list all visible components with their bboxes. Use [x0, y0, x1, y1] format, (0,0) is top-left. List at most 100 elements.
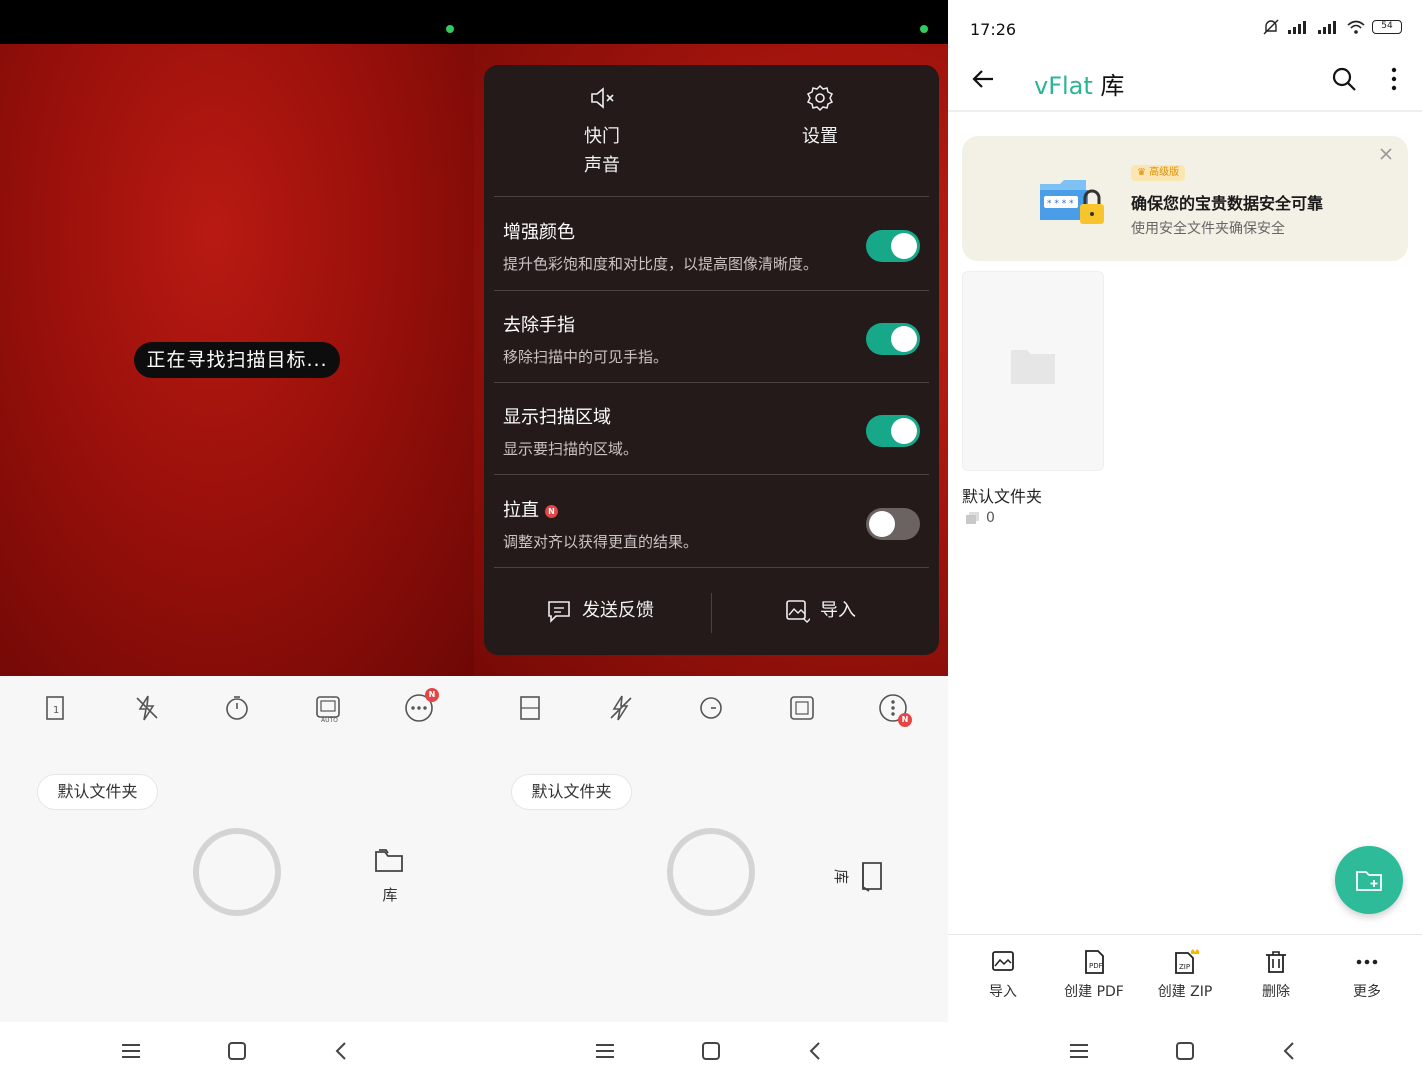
library-button[interactable]: 库	[832, 846, 894, 906]
option-straighten[interactable]: 拉直 N 调整对齐以获得更直的结果。	[484, 476, 939, 568]
more-horiz-icon	[1356, 959, 1378, 965]
camera-options-menu: 快门 声音 设置 增强颜色 提升色彩饱和度和对比度，以提高图像清晰度。 去除手指…	[484, 65, 939, 655]
app-bar: vFlat 库	[948, 56, 1422, 112]
timer-icon[interactable]	[695, 692, 727, 724]
camera-preview[interactable]: 正在寻找扫描目标...	[0, 44, 474, 676]
close-icon[interactable]	[1378, 146, 1394, 162]
shutter-button[interactable]	[193, 828, 281, 916]
camera-toolbar: N 默认文件夹 库	[474, 676, 948, 1022]
folder-selector[interactable]: 默认文件夹	[511, 774, 632, 810]
show-scan-area-toggle[interactable]	[866, 415, 920, 447]
send-feedback-label: 发送反馈	[582, 600, 654, 621]
secure-folder-icon: * * * *	[1040, 180, 1104, 224]
create-pdf-action[interactable]: PDF 创建 PDF	[1049, 949, 1139, 1001]
status-bar: 17:26 54	[948, 0, 1422, 56]
back-icon[interactable]	[1279, 1040, 1301, 1062]
auto-capture-icon[interactable]	[786, 692, 818, 724]
delete-action[interactable]: 删除	[1231, 949, 1321, 1001]
system-nav-bar	[0, 1022, 474, 1080]
option-remove-fingers[interactable]: 去除手指 移除扫描中的可见手指。	[484, 291, 939, 383]
shutter-button[interactable]	[667, 828, 755, 916]
folder-count: 0	[966, 510, 995, 526]
home-icon[interactable]	[226, 1040, 248, 1062]
new-badge: N	[898, 713, 912, 727]
option-desc: 移除扫描中的可见手指。	[503, 348, 669, 366]
option-title: 增强颜色	[503, 222, 575, 243]
trash-icon	[1266, 951, 1286, 973]
new-badge: N	[425, 688, 439, 702]
back-icon[interactable]	[331, 1040, 353, 1062]
add-folder-icon	[1356, 871, 1382, 891]
more-vert-icon[interactable]	[1384, 65, 1404, 93]
settings-button[interactable]: 设置	[760, 83, 880, 151]
svg-text:AUTO: AUTO	[321, 717, 338, 724]
folder-icon	[375, 849, 403, 872]
camera-toolbar: 1 AUTO N 默认文件夹 库	[0, 676, 474, 1022]
premium-badge: ♛ 高级版	[1131, 165, 1186, 181]
system-nav-bar	[474, 1022, 948, 1080]
svg-text:PDF: PDF	[1089, 962, 1103, 970]
home-icon[interactable]	[1174, 1040, 1196, 1062]
feedback-icon	[548, 601, 570, 623]
camera-screen-menu: 快门 声音 设置 增强颜色 提升色彩饱和度和对比度，以提高图像清晰度。 去除手指…	[474, 0, 948, 1080]
back-arrow-icon[interactable]	[970, 66, 996, 92]
enhance-color-toggle[interactable]	[866, 230, 920, 262]
menu-icon[interactable]	[120, 1040, 142, 1062]
import-action[interactable]: 导入	[958, 949, 1048, 1001]
menu-icon[interactable]	[594, 1040, 616, 1062]
camera-screen-left: 正在寻找扫描目标... 1 AUTO N 默认文件夹 库	[0, 0, 474, 1080]
folder-card[interactable]	[962, 271, 1104, 471]
library-button[interactable]: 库	[370, 846, 410, 906]
clock: 17:26	[970, 20, 1017, 39]
page-title: vFlat 库	[1034, 72, 1125, 100]
page-double-icon[interactable]	[514, 692, 546, 724]
signal-2-icon	[1318, 21, 1336, 34]
create-zip-action[interactable]: ZIP 创建 ZIP	[1140, 949, 1230, 1001]
banner-subtitle: 使用安全文件夹确保安全	[1131, 221, 1285, 237]
status-bar	[474, 0, 948, 44]
shutter-sound-toggle[interactable]: 快门 声音	[542, 83, 662, 180]
wifi-icon	[1347, 20, 1365, 34]
mute-icon	[591, 87, 614, 109]
gear-icon	[806, 84, 834, 112]
straighten-toggle[interactable]	[866, 508, 920, 540]
scan-status-pill: 正在寻找扫描目标...	[134, 342, 340, 378]
flash-off-icon[interactable]	[131, 692, 163, 724]
folder-icon	[1011, 350, 1055, 384]
new-badge: N	[545, 504, 558, 518]
battery-icon: 54	[1372, 20, 1402, 34]
more-options-icon[interactable]: N	[877, 692, 912, 727]
back-icon[interactable]	[805, 1040, 827, 1062]
signal-icon	[1288, 21, 1306, 34]
secure-folder-banner[interactable]: * * * * ♛ 高级版 确保您的宝贵数据安全可靠 使用安全文件夹确保安全	[962, 136, 1408, 261]
search-icon[interactable]	[1330, 65, 1358, 93]
option-desc: 提升色彩饱和度和对比度，以提高图像清晰度。	[503, 255, 819, 273]
new-folder-button[interactable]	[1335, 846, 1403, 914]
flash-off-icon[interactable]	[605, 692, 637, 724]
home-icon[interactable]	[700, 1040, 722, 1062]
more-options-icon[interactable]: N	[403, 688, 439, 724]
auto-capture-icon[interactable]: AUTO	[312, 692, 344, 724]
send-feedback-button[interactable]: 发送反馈	[546, 591, 654, 631]
menu-icon[interactable]	[1068, 1040, 1090, 1062]
import-image-icon	[992, 951, 1014, 971]
option-title: 去除手指	[503, 315, 575, 336]
option-show-scan-area[interactable]: 显示扫描区域 显示要扫描的区域。	[484, 383, 939, 475]
folder-selector[interactable]: 默认文件夹	[37, 774, 158, 810]
svg-text:* * * *: * * * *	[1047, 199, 1074, 209]
settings-label: 设置	[802, 126, 838, 147]
option-title: 显示扫描区域	[503, 407, 611, 428]
option-enhance-color[interactable]: 增强颜色 提升色彩饱和度和对比度，以提高图像清晰度。	[484, 198, 939, 290]
import-image-icon	[786, 600, 810, 623]
import-button[interactable]: 导入	[784, 591, 856, 631]
banner-title: 确保您的宝贵数据安全可靠	[1131, 194, 1324, 213]
remove-fingers-toggle[interactable]	[866, 323, 920, 355]
option-desc: 调整对齐以获得更直的结果。	[503, 533, 699, 551]
page-single-icon[interactable]: 1	[40, 692, 72, 724]
option-desc: 显示要扫描的区域。	[503, 440, 639, 458]
bottom-action-bar: 导入 PDF 创建 PDF ZIP 创建 ZIP 删除 更多	[948, 934, 1422, 1022]
option-title: 拉直 N	[503, 496, 558, 522]
timer-icon[interactable]	[221, 692, 253, 724]
svg-text:1: 1	[53, 705, 59, 716]
more-action[interactable]: 更多	[1322, 949, 1412, 1001]
